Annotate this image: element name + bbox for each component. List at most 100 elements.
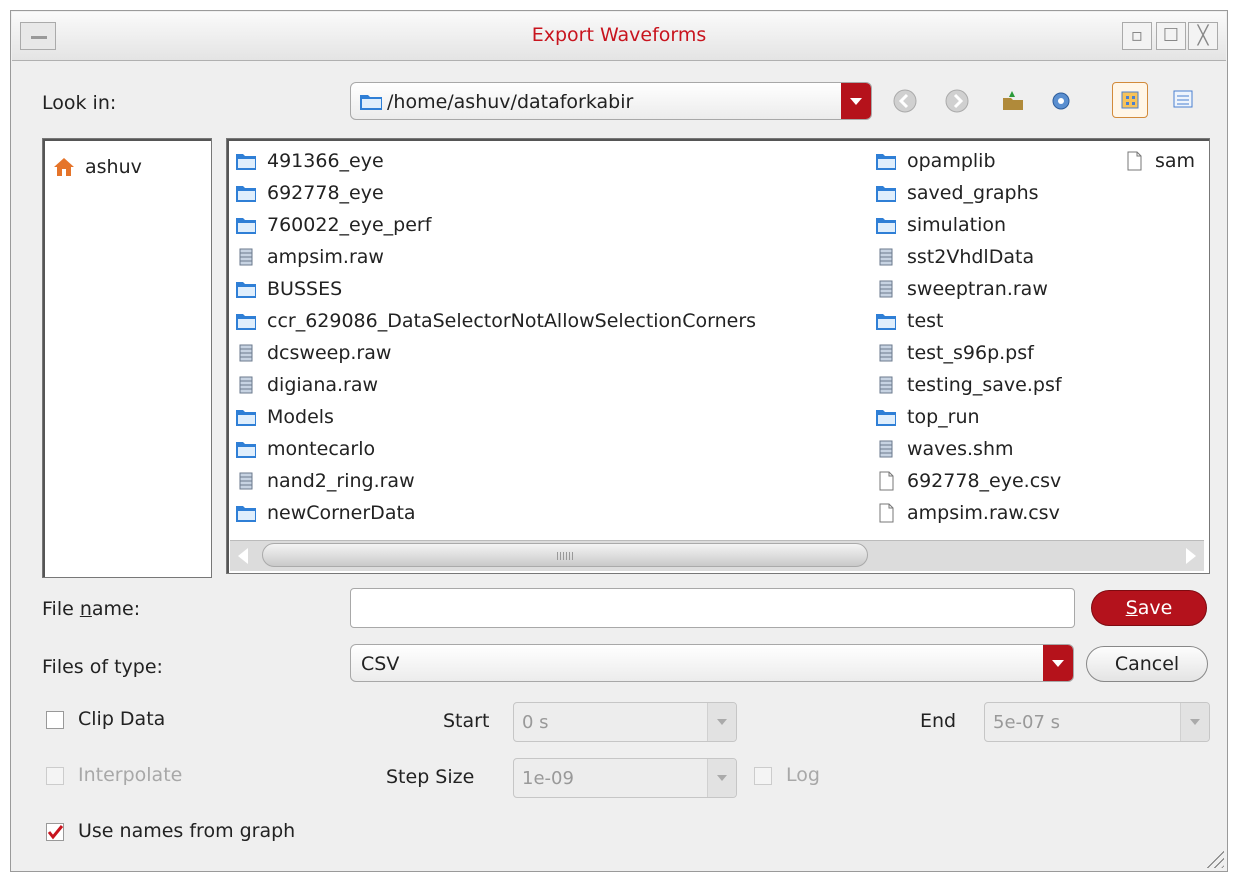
file-item[interactable]: sam <box>1123 145 1195 177</box>
file-item[interactable]: test <box>875 305 1062 337</box>
file-name: ampsim.raw <box>267 246 384 268</box>
file-name: test <box>907 310 944 332</box>
cancel-button[interactable]: Cancel <box>1086 646 1208 682</box>
data-file-icon <box>239 248 253 266</box>
file-item[interactable]: waves.shm <box>875 433 1062 465</box>
parent-folder-icon[interactable] <box>1000 88 1026 114</box>
file-name: sweeptran.raw <box>907 278 1048 300</box>
file-name: 692778_eye.csv <box>907 470 1062 492</box>
filename-input[interactable] <box>350 588 1075 628</box>
chevron-down-icon[interactable] <box>1180 703 1209 741</box>
clip-data-label: Clip Data <box>78 708 166 730</box>
home-icon <box>54 158 74 176</box>
file-name: waves.shm <box>907 438 1014 460</box>
forward-icon[interactable] <box>944 88 970 114</box>
chevron-down-icon[interactable] <box>1043 645 1073 681</box>
file-item[interactable]: sst2VhdlData <box>875 241 1062 273</box>
scroll-right-icon[interactable] <box>1186 548 1196 564</box>
file-item[interactable]: 692778_eye <box>235 177 756 209</box>
folder-icon <box>236 218 256 234</box>
file-item[interactable]: 760022_eye_perf <box>235 209 756 241</box>
file-name: newCornerData <box>267 502 416 524</box>
folder-icon <box>876 410 896 426</box>
folder-icon <box>236 154 256 170</box>
document-icon <box>879 471 894 491</box>
log-label: Log <box>786 764 820 786</box>
interpolate-label: Interpolate <box>78 764 183 786</box>
file-item[interactable]: newCornerData <box>235 497 756 529</box>
icon-view-icon <box>1121 91 1139 109</box>
filename-label: File name: <box>42 598 141 620</box>
list-view-button[interactable] <box>1112 82 1148 118</box>
file-item[interactable]: nand2_ring.raw <box>235 465 756 497</box>
file-name: Models <box>267 406 334 428</box>
file-item[interactable]: ampsim.raw.csv <box>875 497 1062 529</box>
file-item[interactable]: simulation <box>875 209 1062 241</box>
chevron-down-icon[interactable] <box>707 759 736 797</box>
folder-icon <box>236 410 256 426</box>
file-item[interactable]: test_s96p.psf <box>875 337 1062 369</box>
data-file-icon <box>879 248 893 266</box>
close-button[interactable]: ╳ <box>1188 22 1218 50</box>
new-folder-icon[interactable] <box>1048 88 1074 114</box>
step-size-label: Step Size <box>386 766 475 788</box>
title-bar[interactable]: Export Waveforms ▫ ☐ ╳ <box>12 12 1226 61</box>
clip-data-checkbox[interactable] <box>46 711 64 729</box>
start-label: Start <box>443 710 490 732</box>
folder-icon <box>876 154 896 170</box>
file-item[interactable]: ccr_629086_DataSelectorNotAllowSelection… <box>235 305 756 337</box>
chevron-down-icon[interactable] <box>841 83 871 119</box>
file-item[interactable]: Models <box>235 401 756 433</box>
chevron-down-icon[interactable] <box>707 703 736 741</box>
place-item-home[interactable]: ashuv <box>53 151 142 183</box>
data-file-icon <box>879 376 893 394</box>
interpolate-checkbox[interactable] <box>46 767 64 785</box>
file-item[interactable]: dcsweep.raw <box>235 337 756 369</box>
log-checkbox[interactable] <box>754 767 772 785</box>
file-item[interactable]: BUSSES <box>235 273 756 305</box>
scroll-left-icon[interactable] <box>238 548 248 564</box>
file-name: sam <box>1155 150 1196 172</box>
file-item[interactable]: top_run <box>875 401 1062 433</box>
end-label: End <box>920 710 957 732</box>
maximize-button[interactable]: ☐ <box>1156 22 1186 50</box>
file-item[interactable]: sweeptran.raw <box>875 273 1062 305</box>
detail-view-button[interactable] <box>1166 82 1202 118</box>
place-label: ashuv <box>85 156 142 178</box>
filetype-combo[interactable]: CSV <box>350 644 1074 682</box>
file-item[interactable]: opamplib <box>875 145 1062 177</box>
horizontal-scrollbar[interactable] <box>230 540 1204 571</box>
file-list[interactable]: 491366_eye 692778_eye 760022_eye_perfampsi… <box>226 138 1210 574</box>
scroll-thumb[interactable] <box>262 543 868 567</box>
back-icon[interactable] <box>892 88 918 114</box>
start-spinbox[interactable]: 0 s <box>513 702 737 742</box>
folder-icon <box>236 506 256 522</box>
data-file-icon <box>239 344 253 362</box>
lookin-combo[interactable]: /home/ashuv/dataforkabir <box>350 82 872 120</box>
places-panel: ashuv <box>42 138 212 578</box>
file-item[interactable]: saved_graphs <box>875 177 1062 209</box>
file-name: BUSSES <box>267 278 343 300</box>
end-value: 5e-07 s <box>993 712 1061 733</box>
start-value: 0 s <box>522 712 549 733</box>
filetype-value: CSV <box>361 653 400 675</box>
end-spinbox[interactable]: 5e-07 s <box>984 702 1210 742</box>
file-item[interactable]: digiana.raw <box>235 369 756 401</box>
use-names-label: Use names from graph <box>78 820 296 842</box>
step-size-value: 1e-09 <box>522 768 574 789</box>
folder-icon <box>236 186 256 202</box>
file-item[interactable]: 491366_eye <box>235 145 756 177</box>
step-size-spinbox[interactable]: 1e-09 <box>513 758 737 798</box>
file-item[interactable]: testing_save.psf <box>875 369 1062 401</box>
data-file-icon <box>239 376 253 394</box>
data-file-icon <box>879 344 893 362</box>
file-item[interactable]: ampsim.raw <box>235 241 756 273</box>
minimize-button[interactable]: ▫ <box>1122 22 1152 50</box>
checkmark-icon <box>47 825 64 840</box>
use-names-checkbox[interactable] <box>46 823 64 841</box>
file-item[interactable]: montecarlo <box>235 433 756 465</box>
save-button[interactable]: Save <box>1091 590 1207 626</box>
file-name: montecarlo <box>267 438 376 460</box>
file-item[interactable]: 692778_eye.csv <box>875 465 1062 497</box>
file-name: nand2_ring.raw <box>267 470 415 492</box>
